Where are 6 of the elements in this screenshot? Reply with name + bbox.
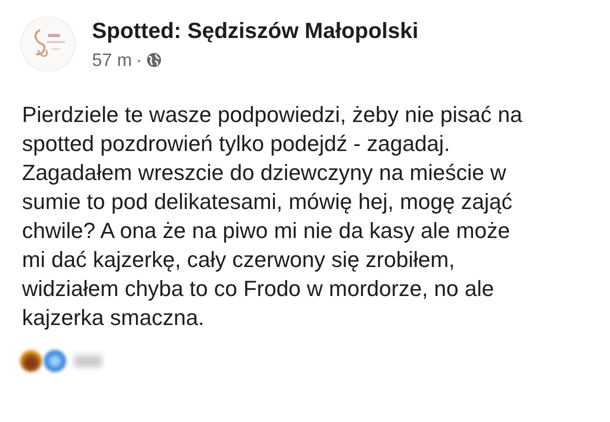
page-avatar-icon[interactable] (20, 16, 76, 72)
post-text: Pierdziele te wasze podpowiedzi, żeby nie pisać na spotted pozdrowień tylko podejdź - zagadaj. Zagadałem wreszcie do dziewczyny na mieście w sumie to pod delikatesami, mówię hej, mogę zająć chwile? A ona że na piwo mi nie da kasy ale może mi dać kajzerkę, cały czerwony się zrobiłem, widziałem chyba to co Frodo w mordorze, no ale kajzerka smaczna. (22, 101, 524, 332)
haha-reaction-icon[interactable] (20, 350, 42, 372)
page-name[interactable]: Spotted: Sędziszów Małopolski (92, 18, 418, 44)
post-time[interactable]: 57 m (92, 50, 132, 70)
separator: · (136, 50, 142, 70)
